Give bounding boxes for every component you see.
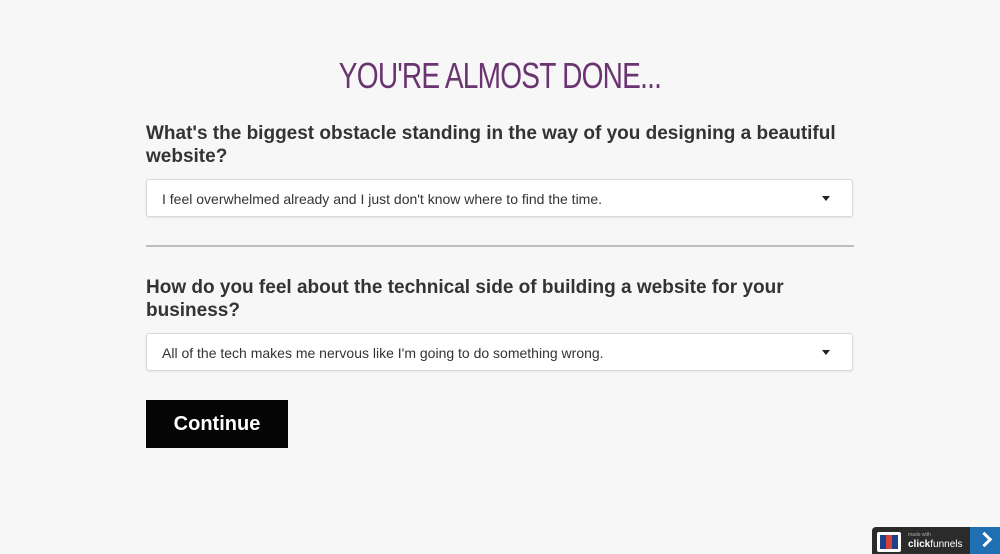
dropdown-caret-icon xyxy=(822,350,830,355)
continue-button[interactable]: Continue xyxy=(146,400,288,448)
obstacle-select[interactable]: I feel overwhelmed already and I just do… xyxy=(146,179,853,217)
page: YOU'RE ALMOST DONE... What's the biggest… xyxy=(0,0,1000,554)
chevron-right-icon[interactable] xyxy=(970,527,1000,554)
page-title: YOU'RE ALMOST DONE... xyxy=(338,55,662,96)
dropdown-caret-icon xyxy=(822,196,830,201)
badge-brand-text: clickfunnels xyxy=(908,539,963,551)
badge-brand-prefix: click xyxy=(908,539,931,550)
tech-feeling-select[interactable]: All of the tech makes me nervous like I'… xyxy=(146,333,853,371)
obstacle-select-value: I feel overwhelmed already and I just do… xyxy=(162,191,603,207)
tech-feeling-select-value: All of the tech makes me nervous like I'… xyxy=(162,345,604,361)
question-1-label: What's the biggest obstacle standing in … xyxy=(146,123,836,167)
question-2-label: How do you feel about the technical side… xyxy=(146,277,784,321)
section-divider xyxy=(146,245,854,247)
made-with-clickfunnels-badge[interactable]: made with clickfunnels xyxy=(872,527,1000,554)
badge-brand-suffix: funnels xyxy=(930,539,963,550)
badge-made-with-text: made with xyxy=(908,532,931,538)
clickfunnels-logo-icon xyxy=(877,532,901,552)
